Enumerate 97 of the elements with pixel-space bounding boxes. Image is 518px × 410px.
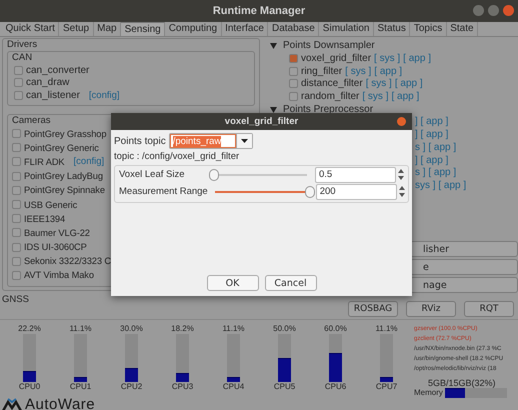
group-title: Drivers bbox=[7, 39, 38, 51]
value-field[interactable]: 200 bbox=[316, 184, 397, 200]
cpu-label: CPU5 bbox=[274, 382, 296, 392]
cpu-label: CPU3 bbox=[172, 382, 194, 392]
group-title: CAN bbox=[12, 52, 34, 64]
checkbox[interactable] bbox=[14, 90, 23, 100]
checkbox-label: can_converter bbox=[26, 64, 90, 76]
checkbox[interactable] bbox=[12, 214, 21, 224]
slider-thumb[interactable] bbox=[209, 168, 220, 180]
cpu-label: CPU6 bbox=[324, 382, 346, 392]
cpu-reading: 11.1% bbox=[222, 324, 245, 334]
cpu-reading: 18.2% bbox=[171, 324, 194, 334]
cpu-label: CPU0 bbox=[18, 382, 40, 392]
checkbox-label: PointGrey Grasshop bbox=[24, 128, 106, 139]
memory-label: Memory bbox=[414, 388, 443, 398]
checkbox[interactable] bbox=[289, 54, 298, 63]
expander-icon[interactable] bbox=[270, 42, 277, 48]
tab[interactable]: Quick Start bbox=[2, 22, 60, 36]
cpu-reading: 11.1% bbox=[69, 324, 92, 334]
checkbox-label: distance_filter bbox=[301, 78, 363, 90]
tree-node-label[interactable]: Points Downsampler bbox=[283, 40, 375, 51]
cpu-reading: 30.0% bbox=[120, 324, 143, 334]
checkbox[interactable] bbox=[12, 157, 21, 166]
checkbox-label: IDS UI-3060CP bbox=[24, 242, 87, 252]
checkbox-label: FLIR ADK bbox=[24, 156, 65, 167]
checkbox[interactable] bbox=[14, 78, 23, 88]
slider-thumb[interactable] bbox=[304, 186, 315, 198]
tool-button[interactable]: RQT bbox=[464, 301, 514, 317]
spinner-icon[interactable] bbox=[398, 169, 404, 180]
checkbox-label: PointGrey Generic bbox=[24, 142, 99, 153]
cpu-reading: 50.0% bbox=[273, 324, 296, 334]
topic-combo[interactable]: /points_raw bbox=[168, 133, 253, 149]
side-button[interactable]: nage bbox=[410, 277, 518, 293]
cpu-reading: 60.0% bbox=[324, 324, 347, 334]
maximize-icon[interactable] bbox=[488, 5, 499, 16]
field-label: Points topic bbox=[114, 136, 166, 146]
checkbox[interactable] bbox=[12, 200, 21, 210]
dialog-button[interactable]: OK bbox=[206, 275, 258, 291]
logo-icon bbox=[2, 398, 22, 410]
checkbox[interactable] bbox=[12, 270, 21, 280]
tab[interactable]: Database bbox=[268, 22, 320, 36]
tab[interactable]: Simulation bbox=[319, 22, 374, 36]
group-title: GNSS bbox=[2, 294, 30, 306]
cpu-reading: 11.1% bbox=[375, 324, 398, 334]
checkbox[interactable] bbox=[289, 92, 298, 102]
dialog-button[interactable]: Cancel bbox=[264, 275, 316, 291]
checkbox[interactable] bbox=[289, 79, 298, 88]
checkbox[interactable] bbox=[12, 242, 21, 252]
dialog-title: voxel_grid_filter bbox=[224, 116, 298, 127]
window-title: Runtime Manager bbox=[212, 5, 306, 17]
memory-reading: 5GB/15GB(32%) bbox=[427, 378, 497, 388]
cpu-reading: 22.2% bbox=[18, 324, 41, 334]
checkbox-label: random_filter bbox=[301, 91, 360, 102]
cpu-label: CPU7 bbox=[376, 382, 398, 392]
param-label: Measurement Range bbox=[119, 186, 208, 197]
tab[interactable]: State bbox=[446, 22, 478, 36]
tab[interactable]: Interface bbox=[222, 22, 268, 36]
tool-button[interactable]: ROSBAG bbox=[348, 301, 398, 317]
tab[interactable]: Status bbox=[374, 22, 410, 36]
tree-node-label[interactable]: Points Preprocessor bbox=[283, 104, 374, 116]
minimize-icon[interactable] bbox=[473, 5, 484, 16]
checkbox[interactable] bbox=[14, 66, 23, 75]
tab[interactable]: Setup bbox=[59, 22, 94, 36]
logo-text: AutoWare bbox=[25, 398, 96, 410]
cpu-label: CPU4 bbox=[222, 382, 244, 392]
checkbox[interactable] bbox=[12, 228, 21, 238]
tool-button[interactable]: RViz bbox=[406, 301, 456, 317]
cpu-label: CPU1 bbox=[70, 382, 92, 392]
close-icon[interactable] bbox=[503, 5, 514, 16]
checkbox-label: can_draw bbox=[26, 77, 70, 88]
checkbox-label: ring_filter bbox=[301, 66, 342, 77]
checkbox-label: USB Generic bbox=[24, 200, 78, 210]
value-field[interactable]: 0.5 bbox=[315, 166, 396, 182]
tab[interactable]: Computing bbox=[165, 22, 222, 36]
side-button[interactable]: e bbox=[410, 259, 518, 275]
tab[interactable]: Sensing bbox=[121, 22, 166, 36]
side-button[interactable]: lisher bbox=[410, 241, 518, 257]
tab[interactable]: Topics bbox=[410, 22, 447, 36]
checkbox[interactable] bbox=[12, 172, 21, 181]
cpu-label: CPU2 bbox=[120, 382, 142, 392]
checkbox[interactable] bbox=[12, 186, 21, 195]
close-icon[interactable] bbox=[397, 117, 406, 126]
checkbox[interactable] bbox=[12, 129, 21, 138]
param-label: Voxel Leaf Size bbox=[119, 169, 186, 180]
checkbox[interactable] bbox=[289, 66, 298, 76]
checkbox-label: PointGrey Spinnake bbox=[24, 185, 105, 196]
checkbox[interactable] bbox=[12, 256, 21, 266]
checkbox[interactable] bbox=[12, 143, 21, 152]
checkbox-label: PointGrey LadyBug bbox=[24, 171, 103, 182]
checkbox-label: can_listener bbox=[26, 90, 80, 101]
checkbox-label: voxel_grid_filter bbox=[301, 52, 372, 64]
group-title: topic : /config/voxel_grid_filter bbox=[114, 151, 240, 163]
checkbox-label: IEEE1394 bbox=[24, 214, 66, 224]
caret-icon bbox=[240, 139, 248, 143]
checkbox-label: Sekonix 3322/3323 C bbox=[24, 256, 112, 266]
checkbox-label: Baumer VLG-22 bbox=[24, 228, 90, 238]
checkbox-label: AVT Vimba Mako bbox=[24, 270, 94, 280]
